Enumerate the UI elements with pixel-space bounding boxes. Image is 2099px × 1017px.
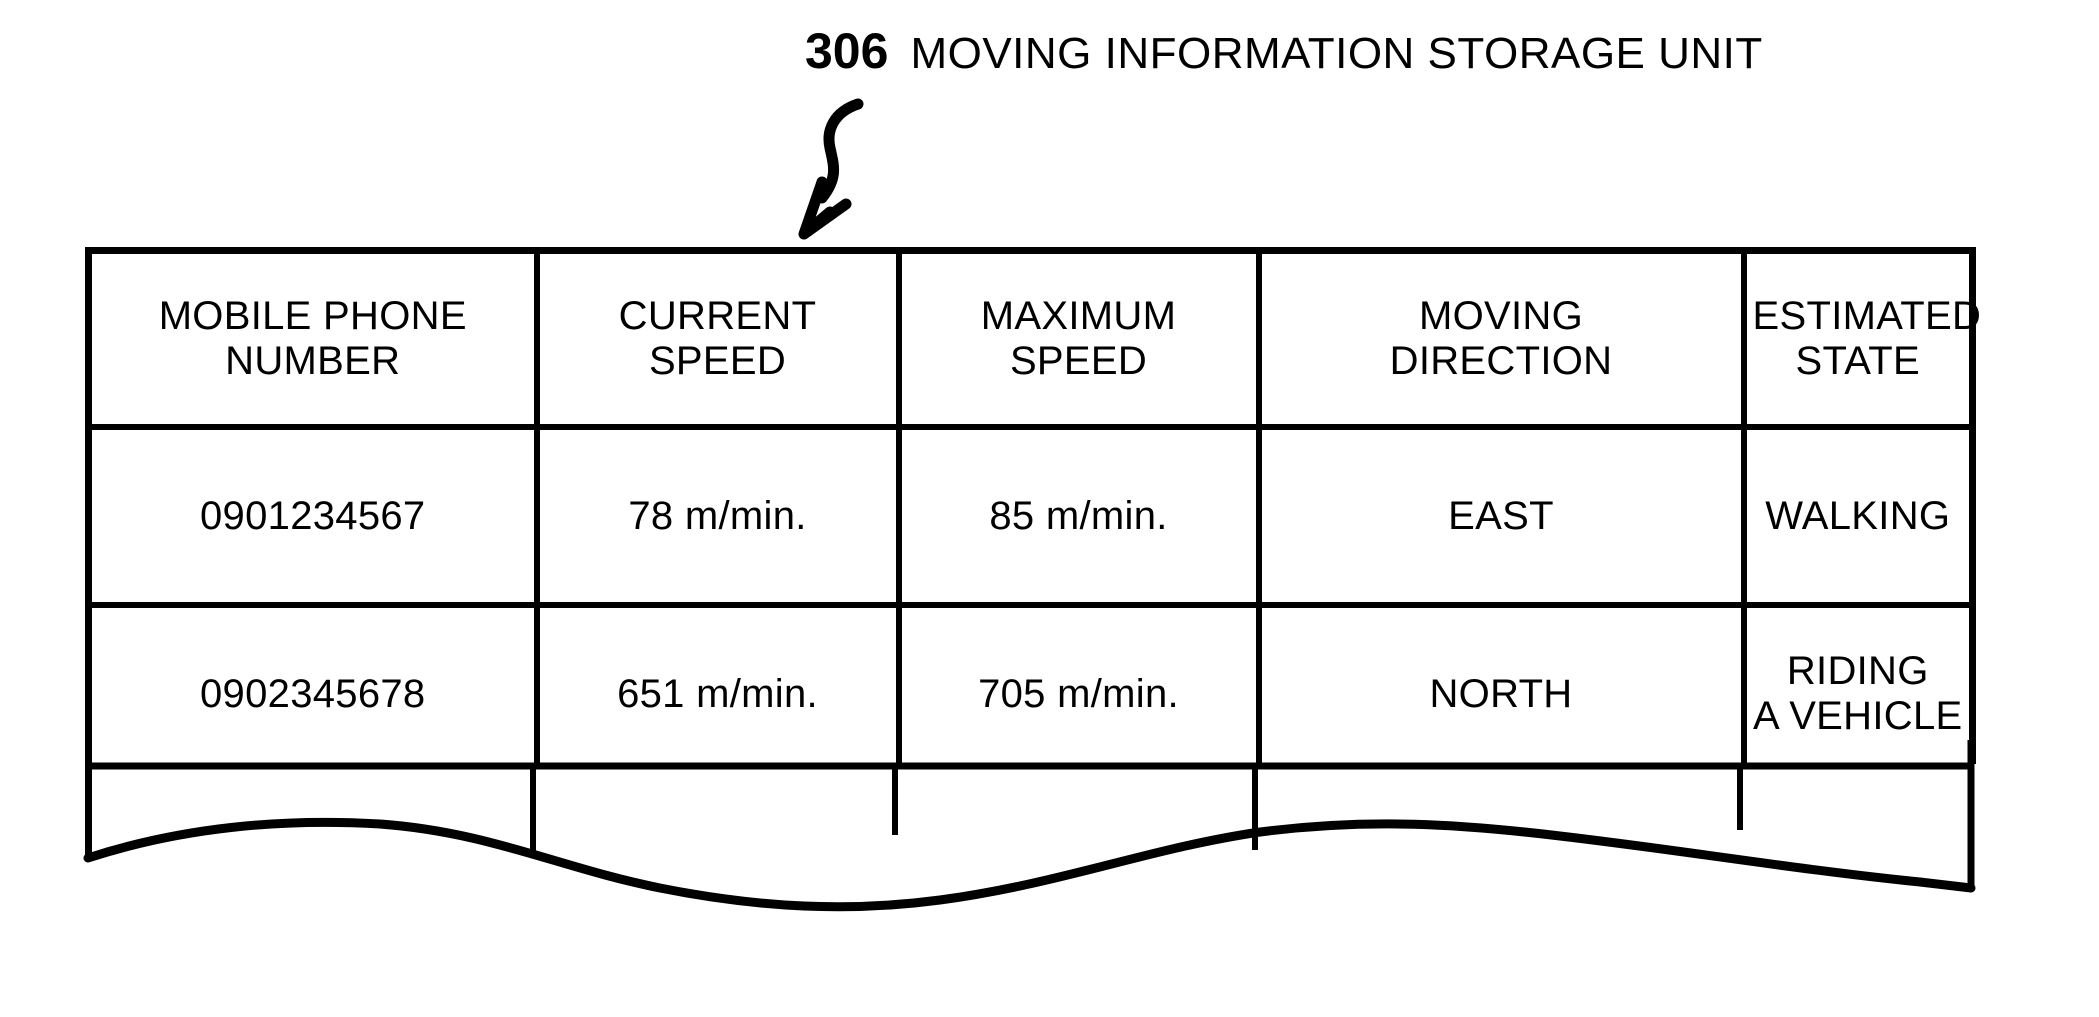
header-line-2: SPEED [648, 339, 787, 383]
moving-information-table: MOBILE PHONE NUMBER CURRENT SPEED MAXIMU… [85, 247, 1981, 792]
table-row: 0901234567 78 m/min. 85 m/min. EAST WALK… [88, 427, 1973, 608]
header-line-1: ESTIMATED [1752, 294, 1982, 339]
estimated-state-line-2: A VEHICLE [1753, 694, 1963, 738]
header-line-1: MOBILE PHONE [158, 294, 467, 339]
column-header-maximum-speed: MAXIMUM SPEED [898, 250, 1262, 430]
figure-label: MOVING INFORMATION STORAGE UNIT [910, 29, 1763, 78]
header-line-2: DIRECTION [1389, 339, 1613, 383]
cell-maximum-speed: 85 m/min. [898, 427, 1262, 608]
cell-current-speed: 651 m/min. [536, 605, 902, 786]
column-header-moving-direction: MOVING DIRECTION [1258, 250, 1747, 430]
reference-numeral: 306 [805, 23, 889, 79]
header-line-2: STATE [1795, 339, 1920, 383]
header-line-2: SPEED [1009, 339, 1148, 383]
cell-mobile-phone-number: 0902345678 [88, 605, 540, 786]
figure-callout: 306 MOVING INFORMATION STORAGE UNIT [805, 26, 1763, 76]
header-line-1: CURRENT [618, 294, 817, 339]
column-header-current-speed: CURRENT SPEED [536, 250, 902, 430]
estimated-state-line-1: RIDING [1786, 649, 1929, 694]
torn-edge-mask [78, 764, 1976, 944]
cell-maximum-speed: 705 m/min. [898, 605, 1262, 786]
column-header-estimated-state: ESTIMATED STATE [1743, 250, 1981, 430]
cell-mobile-phone-number: 0901234567 [88, 427, 540, 608]
table-header-row: MOBILE PHONE NUMBER CURRENT SPEED MAXIMU… [88, 250, 1981, 430]
cell-estimated-state: WALKING [1743, 427, 1973, 608]
header-line-1: MOVING [1418, 294, 1584, 339]
column-header-mobile-phone-number: MOBILE PHONE NUMBER [88, 250, 540, 430]
cell-current-speed: 78 m/min. [536, 427, 902, 608]
curved-arrow-icon [798, 98, 864, 240]
cell-moving-direction: NORTH [1258, 605, 1747, 786]
estimated-state-line-1: WALKING [1765, 493, 1951, 538]
header-line-2: NUMBER [225, 339, 401, 383]
cell-moving-direction: EAST [1258, 427, 1747, 608]
table-row: 0902345678 651 m/min. 705 m/min. NORTH R… [88, 605, 1973, 786]
cell-estimated-state: RIDING A VEHICLE [1743, 605, 1973, 786]
header-line-1: MAXIMUM [980, 294, 1177, 339]
